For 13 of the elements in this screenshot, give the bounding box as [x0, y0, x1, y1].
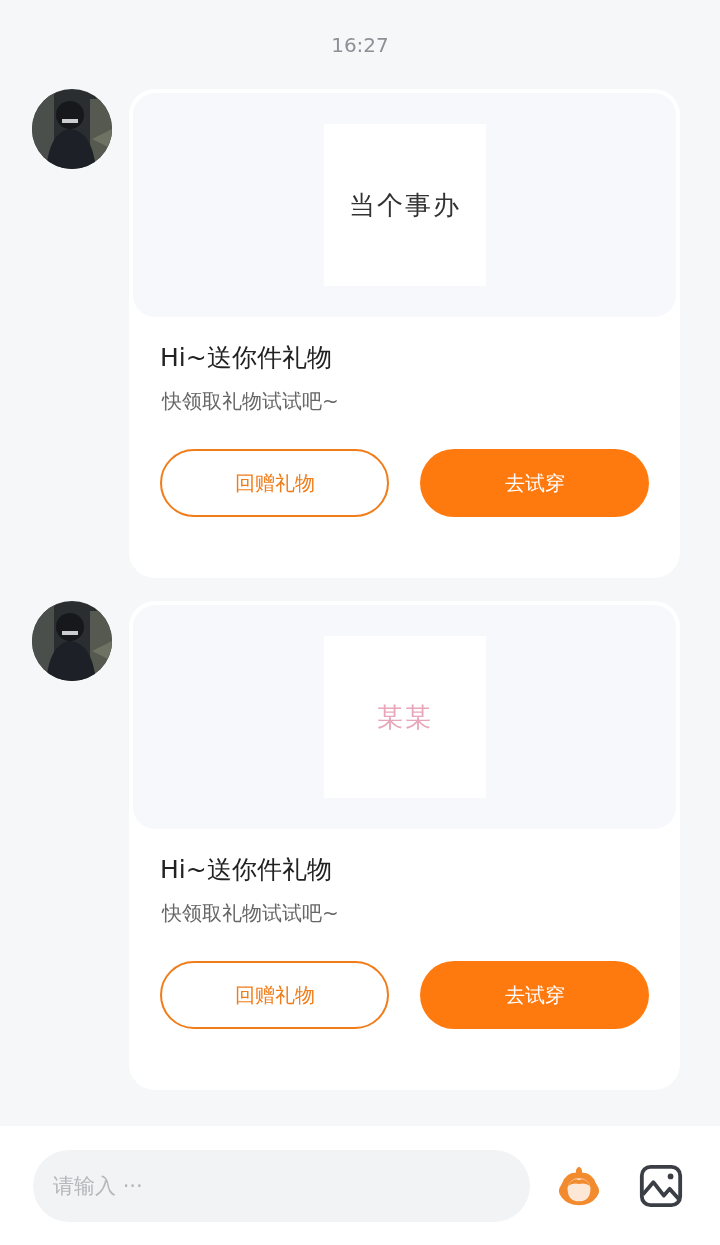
try-on-button[interactable]: 去试穿 [420, 961, 649, 1029]
message-title: Hi~送你件礼物 [160, 854, 333, 886]
message-subtitle: 快领取礼物试试吧~ [162, 388, 340, 415]
gift-label: 当个事办 [348, 188, 461, 222]
try-on-button[interactable]: 去试穿 [420, 449, 649, 517]
gift-label: 某某 [376, 700, 433, 734]
timestamp: 16:27 [331, 33, 389, 57]
image-icon[interactable] [638, 1162, 684, 1209]
message-input[interactable]: 请输入 ··· [33, 1149, 530, 1222]
message-title: Hi~送你件礼物 [160, 342, 333, 374]
return-gift-button[interactable]: 回赠礼物 [160, 961, 389, 1029]
message-subtitle: 快领取礼物试试吧~ [162, 900, 340, 927]
return-gift-button[interactable]: 回赠礼物 [160, 449, 389, 517]
